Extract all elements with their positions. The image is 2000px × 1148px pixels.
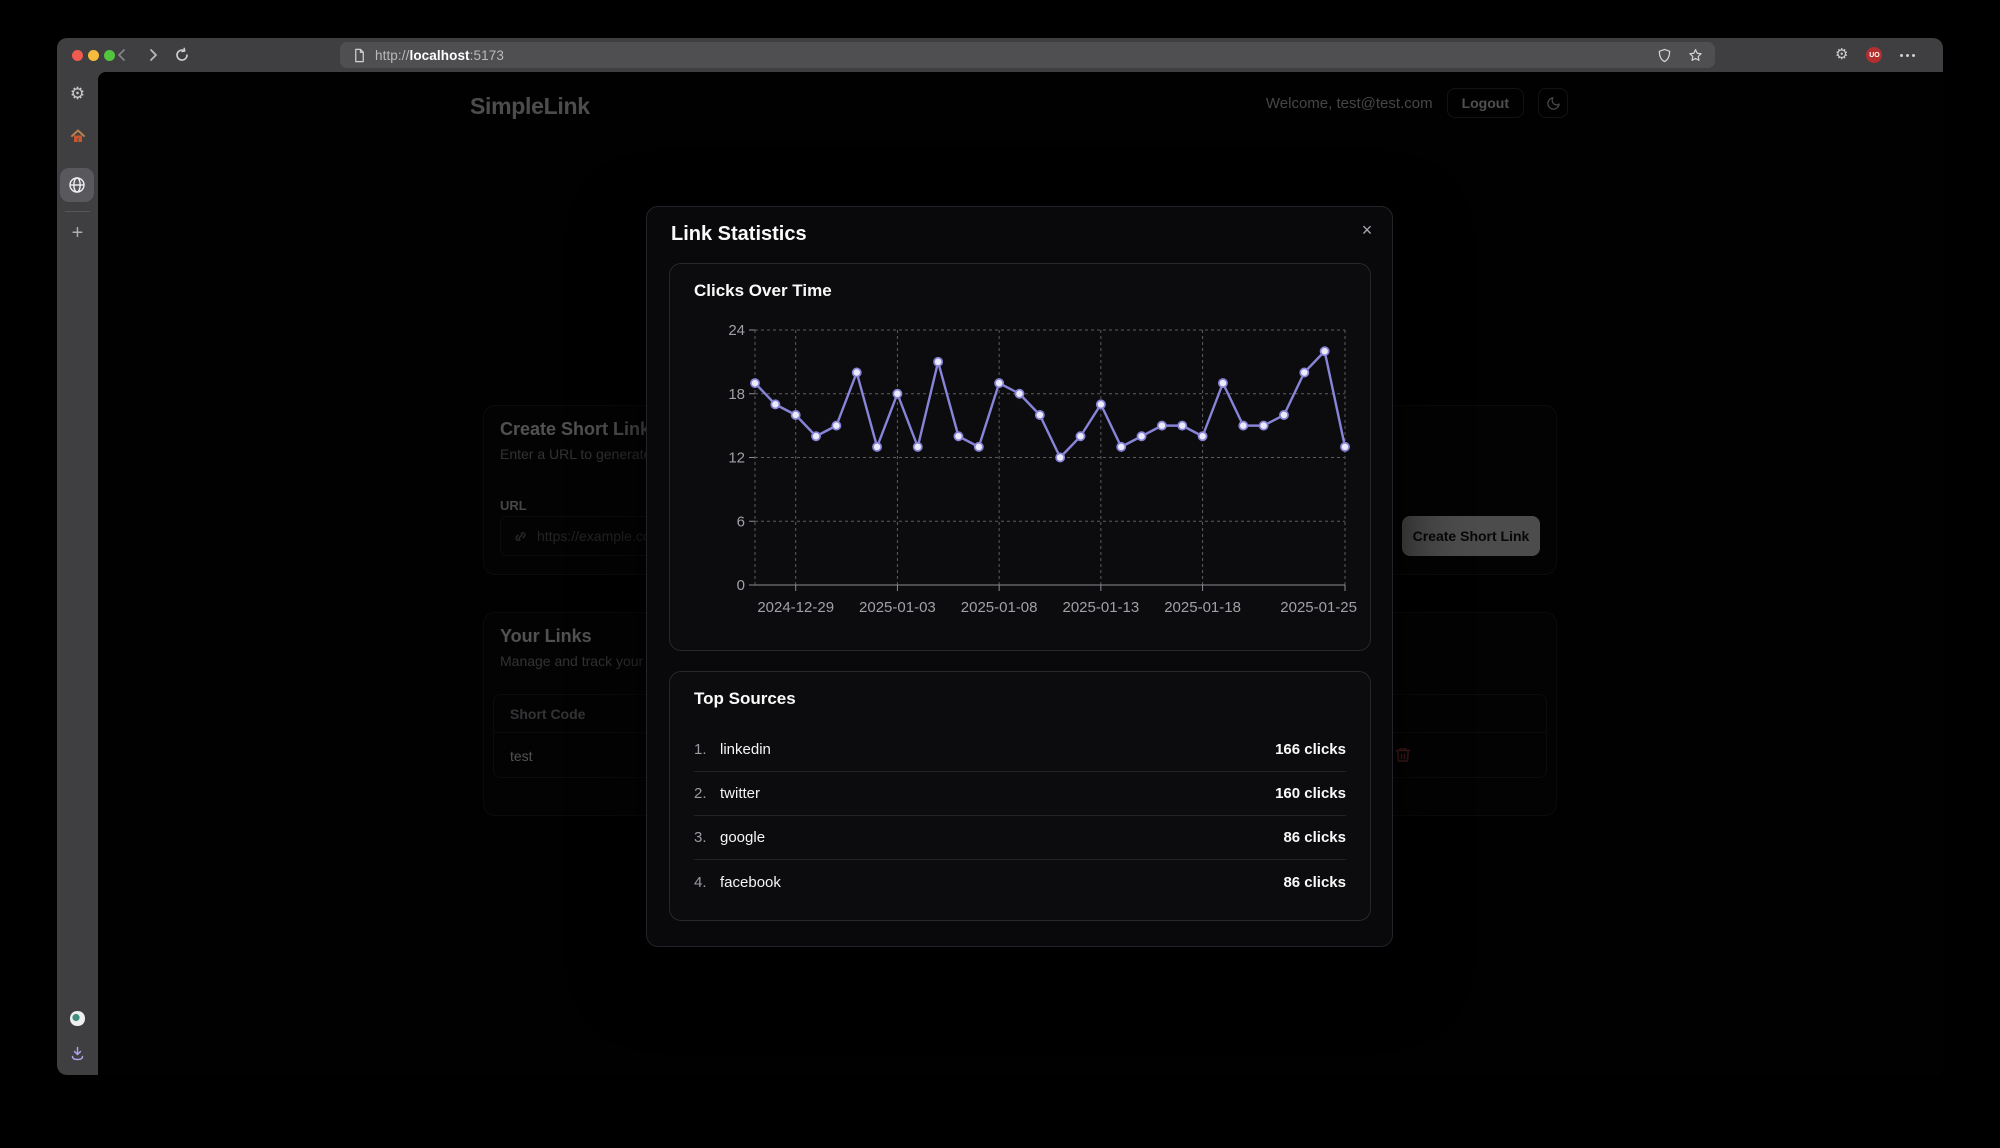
svg-text:2025-01-13: 2025-01-13 bbox=[1062, 599, 1139, 616]
source-row: 1. linkedin 166 clicks bbox=[694, 728, 1346, 772]
window-close-button[interactable] bbox=[72, 50, 83, 61]
source-name: google bbox=[720, 829, 765, 846]
source-clicks: 86 clicks bbox=[1283, 829, 1346, 846]
browser-toolbar: http://localhost:5173 ⚙ UO bbox=[57, 38, 1943, 72]
svg-text:12: 12 bbox=[728, 450, 745, 467]
active-tab-globe-icon[interactable] bbox=[60, 168, 94, 202]
sidebar-divider bbox=[65, 211, 90, 212]
link-statistics-modal: Link Statistics × Clicks Over Time 0 6 12 1… bbox=[646, 206, 1393, 947]
clicks-over-time-card: Clicks Over Time 0 6 12 18 24 2024-12-29 2025-… bbox=[669, 263, 1371, 651]
url-text: http://localhost:5173 bbox=[375, 48, 504, 63]
svg-text:2025-01-18: 2025-01-18 bbox=[1164, 599, 1241, 616]
source-clicks: 166 clicks bbox=[1275, 741, 1346, 758]
clicks-over-time-chart: 0 6 12 18 24 2024-12-29 2025-01-03 2025-01-08 20… bbox=[690, 317, 1380, 617]
source-rank: 4. bbox=[694, 874, 712, 891]
extensions-icon[interactable]: ⚙ bbox=[1835, 47, 1848, 63]
downloads-icon[interactable] bbox=[57, 1045, 98, 1062]
browser-sidebar: ⚙ + bbox=[57, 72, 98, 1075]
close-icon[interactable]: × bbox=[1354, 217, 1380, 243]
tracking-shield-icon[interactable] bbox=[1657, 48, 1672, 63]
forward-icon[interactable] bbox=[145, 47, 161, 63]
source-name: twitter bbox=[720, 785, 760, 802]
more-menu-icon[interactable] bbox=[1900, 54, 1915, 57]
top-sources-card: Top Sources 1. linkedin 166 clicks 2. tw… bbox=[669, 671, 1371, 921]
source-row: 3. google 86 clicks bbox=[694, 816, 1346, 860]
source-rank: 3. bbox=[694, 829, 712, 846]
svg-text:6: 6 bbox=[737, 513, 745, 530]
source-name: linkedin bbox=[720, 741, 771, 758]
source-name: facebook bbox=[720, 874, 781, 891]
source-row: 2. twitter 160 clicks bbox=[694, 772, 1346, 816]
home-tab-icon[interactable] bbox=[57, 128, 98, 144]
reload-icon[interactable] bbox=[174, 47, 190, 63]
svg-text:2025-01-08: 2025-01-08 bbox=[961, 599, 1038, 616]
svg-text:0: 0 bbox=[737, 577, 745, 594]
svg-text:18: 18 bbox=[728, 386, 745, 403]
browser-window: http://localhost:5173 ⚙ UO ⚙ bbox=[57, 38, 1943, 1075]
page-content: SimpleLink Welcome, test@test.com Logout… bbox=[98, 72, 1943, 1075]
page-icon bbox=[352, 48, 367, 63]
extension-logo-icon[interactable] bbox=[57, 1010, 98, 1027]
source-row: 4. facebook 86 clicks bbox=[694, 860, 1346, 904]
modal-title: Link Statistics bbox=[671, 223, 807, 246]
new-tab-plus-icon[interactable]: + bbox=[57, 222, 98, 245]
desktop-background: http://localhost:5173 ⚙ UO ⚙ bbox=[0, 0, 2000, 1148]
bookmark-star-icon[interactable] bbox=[1688, 48, 1703, 63]
top-sources-title: Top Sources bbox=[694, 689, 796, 709]
ublock-extension-icon[interactable]: UO bbox=[1866, 47, 1882, 63]
chart-title: Clicks Over Time bbox=[694, 281, 832, 301]
svg-text:2025-01-03: 2025-01-03 bbox=[859, 599, 936, 616]
source-rank: 2. bbox=[694, 785, 712, 802]
source-rank: 1. bbox=[694, 741, 712, 758]
address-bar[interactable]: http://localhost:5173 bbox=[340, 42, 1715, 68]
svg-text:2024-12-29: 2024-12-29 bbox=[757, 599, 834, 616]
source-clicks: 160 clicks bbox=[1275, 785, 1346, 802]
window-minimize-button[interactable] bbox=[88, 50, 99, 61]
svg-text:24: 24 bbox=[728, 322, 745, 339]
browser-settings-gear-icon[interactable]: ⚙ bbox=[57, 84, 98, 104]
toolbar-right-group: ⚙ UO bbox=[1835, 47, 1915, 63]
back-icon[interactable] bbox=[114, 47, 130, 63]
svg-text:2025-01-25: 2025-01-25 bbox=[1280, 599, 1357, 616]
source-clicks: 86 clicks bbox=[1283, 874, 1346, 891]
